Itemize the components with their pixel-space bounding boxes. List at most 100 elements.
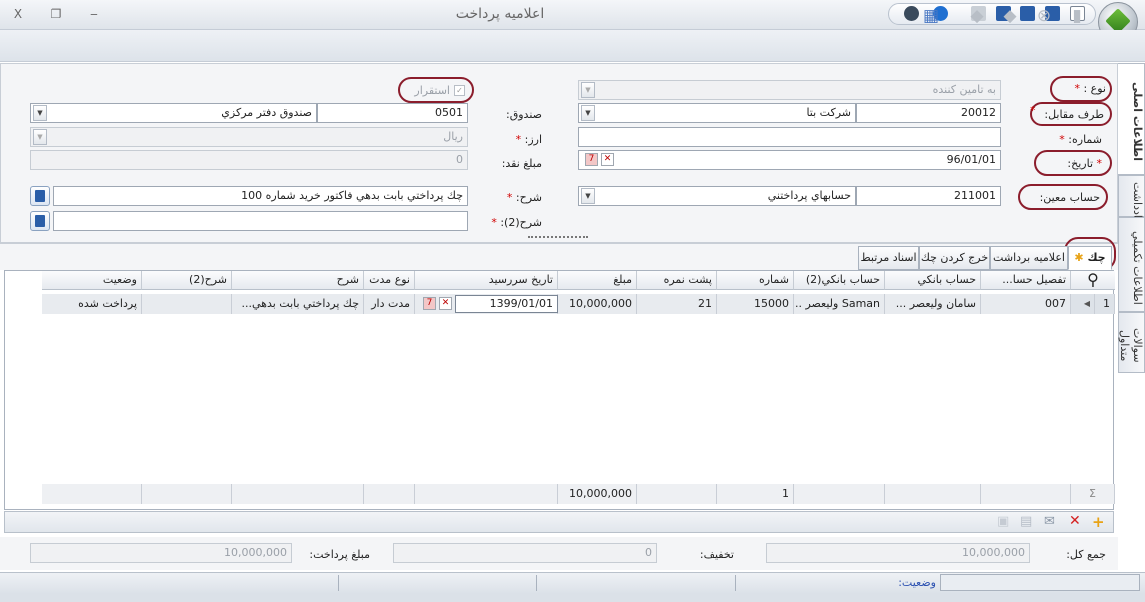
cell-amount[interactable]: 10,000,000	[558, 294, 637, 314]
footer-cell-due-date	[415, 484, 558, 504]
cash-label: مبلغ نقد:	[501, 157, 542, 170]
counterparty-dropdown-arrow[interactable]: ▼	[581, 105, 595, 121]
close-window-button[interactable]: X	[8, 5, 28, 23]
save-description2-icon[interactable]	[30, 211, 50, 231]
column-header-bank-account[interactable]: حساب بانكي	[885, 271, 981, 290]
export-icon[interactable]: ▣	[997, 514, 1009, 529]
status-divider	[536, 575, 537, 591]
date-label: * تاريخ:	[1067, 157, 1102, 170]
type-select[interactable]: به تامين كننده	[578, 80, 1001, 100]
date-input[interactable]: 96/01/01	[578, 150, 1001, 170]
number-input[interactable]	[578, 127, 1001, 147]
splitter-handle[interactable]	[528, 236, 588, 240]
side-tab-faq[interactable]: سوالات متداول	[1118, 312, 1145, 373]
tab-check[interactable]: چك ✱	[1068, 246, 1112, 270]
grid-clear-date-icon[interactable]: ✕	[439, 297, 452, 310]
column-header-term-type[interactable]: نوع مدت	[364, 271, 415, 290]
cell-detail[interactable]: 007	[981, 294, 1071, 314]
delete-icon[interactable]: ⊗	[1033, 6, 1055, 26]
fund-name-select[interactable]: صندوق دفتر مركزي	[30, 103, 317, 123]
type-label: نوع : *	[1074, 82, 1106, 95]
fund-dropdown-arrow[interactable]: ▼	[33, 105, 47, 121]
cash-amount-input: 0	[30, 150, 468, 170]
cell-status[interactable]: پرداخت شده	[42, 294, 142, 314]
account-name-select[interactable]: حسابهاي پرداختني	[578, 186, 856, 206]
counterparty-label: طرف مقابل:	[1044, 108, 1104, 121]
add-row-icon[interactable]: +	[1092, 513, 1105, 531]
calculator-icon[interactable]: ▦	[920, 6, 942, 26]
preview-icon[interactable]: ✉	[1044, 514, 1055, 529]
number-label: شماره: *	[1059, 133, 1102, 146]
cell-bank-account2[interactable]: Saman وليعصر ...	[794, 294, 885, 314]
account-dropdown-arrow[interactable]: ▼	[581, 188, 595, 204]
window-bottom-edge	[0, 594, 1145, 602]
delete-row-icon[interactable]: ✕	[1069, 513, 1081, 529]
checks-grid: ⚲ تفصيل حسا... حساب بانكي حساب بانكي(2) …	[4, 270, 1115, 510]
counterparty-code-input[interactable]: 20012	[856, 103, 1001, 123]
column-header-number[interactable]: شماره	[717, 271, 794, 290]
minimize-window-button[interactable]: ‒	[84, 5, 104, 23]
column-header-status[interactable]: وضعيت	[42, 271, 142, 290]
description-input[interactable]: چك پرداختي بابت بدهي فاكتور خريد شماره 1…	[53, 186, 468, 206]
description2-input[interactable]	[53, 211, 468, 231]
cell-bank-account[interactable]: سامان وليعصر ...	[885, 294, 981, 314]
column-header-detail[interactable]: تفصيل حسا...	[981, 271, 1071, 290]
column-header-due-date[interactable]: تاريخ سررسيد	[415, 271, 558, 290]
new-icon[interactable]: ▮	[1066, 6, 1088, 26]
star-icon: ✱	[1074, 251, 1084, 264]
tools-icon[interactable]	[904, 6, 919, 21]
cell-description[interactable]: چك پرداختي بابت بدهي...	[232, 294, 364, 314]
footer-cell-serial	[637, 484, 717, 504]
cell-description2[interactable]	[142, 294, 232, 314]
fund-label: صندوق:	[506, 108, 542, 121]
tab-related-docs[interactable]: اسناد مرتبط	[858, 246, 919, 270]
confirm-checkbox[interactable]: ✓	[454, 85, 465, 96]
cell-term-type[interactable]: مدت دار	[364, 294, 415, 314]
undo-icon[interactable]: ◆	[966, 6, 988, 26]
account-code-input[interactable]: 211001	[856, 186, 1001, 206]
footer-cell-description2	[142, 484, 232, 504]
payment-amount-field: 10,000,000	[30, 543, 292, 563]
calendar-icon[interactable]: 7	[585, 153, 598, 166]
column-header-amount[interactable]: مبلغ	[558, 271, 637, 290]
row-number[interactable]: 1	[1095, 294, 1115, 314]
grid-calendar-icon[interactable]: 7	[423, 297, 436, 310]
cell-serial[interactable]: 21	[637, 294, 717, 314]
counterparty-name-select[interactable]: شركت بتا	[578, 103, 856, 123]
fund-code-input[interactable]: 0501	[317, 103, 468, 123]
column-header-bank-account2[interactable]: حساب بانكي(2)	[794, 271, 885, 290]
confirm-label: استقرار	[414, 84, 450, 97]
column-header-description[interactable]: شرح	[232, 271, 364, 290]
currency-select[interactable]: ريال	[30, 127, 468, 147]
side-tabs: اطلاعات اصلی يادداشت اطلاعات تكميلي سوال…	[1118, 63, 1145, 373]
type-dropdown-arrow[interactable]: ▼	[581, 82, 595, 98]
column-header-serial[interactable]: پشت نمره	[637, 271, 717, 290]
status-progress-box	[940, 574, 1140, 591]
footer-amount-total: 10,000,000	[558, 484, 637, 504]
cell-number[interactable]: 15000	[717, 294, 794, 314]
footer-cell-status	[42, 484, 142, 504]
side-tab-notes[interactable]: يادداشت	[1118, 175, 1145, 221]
restore-window-button[interactable]: ❐	[46, 5, 66, 23]
footer-cell-bank-account	[885, 484, 981, 504]
grid-search-icon[interactable]: ⚲	[1071, 271, 1115, 290]
redo-icon[interactable]: ◆	[999, 6, 1021, 26]
side-tab-main-info[interactable]: اطلاعات اصلی	[1118, 63, 1145, 175]
counterparty-required-mark: *	[1030, 104, 1036, 117]
side-tab-additional-info[interactable]: اطلاعات تكميلي	[1118, 217, 1145, 312]
due-date-input[interactable]: 1399/01/01	[455, 295, 558, 313]
row-indicator-icon: ◀	[1071, 294, 1095, 314]
column-header-description2[interactable]: شرح(2)	[142, 271, 232, 290]
total-label: جمع كل:	[1066, 548, 1106, 561]
currency-dropdown-arrow[interactable]: ▼	[33, 129, 47, 145]
clear-date-icon[interactable]: ✕	[601, 153, 614, 166]
tab-spend-check[interactable]: خرج كردن چك	[919, 246, 990, 270]
print-rows-icon[interactable]: ▤	[1020, 514, 1032, 529]
window-title: اعلاميه پرداخت	[455, 6, 545, 22]
footer-cell-detail	[981, 484, 1071, 504]
grid-action-bar	[4, 511, 1114, 533]
discount-label: تخفيف:	[699, 548, 734, 561]
tab-withdrawal-notice[interactable]: اعلاميه برداشت	[990, 246, 1068, 270]
total-amount-field: 10,000,000	[766, 543, 1030, 563]
save-description-icon[interactable]	[30, 186, 50, 206]
